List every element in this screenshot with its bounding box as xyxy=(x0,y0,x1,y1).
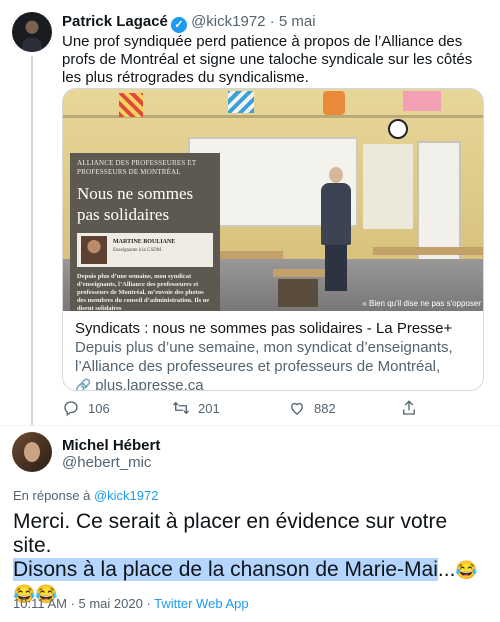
desk xyxy=(213,251,283,259)
desk xyxy=(373,247,483,255)
card-url: 🔗 plus.lapresse.ca xyxy=(75,376,473,391)
overlay-author-name: MARTINE BOULIANE xyxy=(113,239,176,245)
image-caption: « Bien qu'il dise ne pas s'opposer xyxy=(362,299,481,308)
avatar-patrick[interactable] xyxy=(12,12,52,52)
card-url-text: plus.lapresse.ca xyxy=(95,377,204,391)
teacher-head xyxy=(329,167,343,183)
client-app-link[interactable]: Twitter Web App xyxy=(154,596,248,611)
child-drawing xyxy=(403,91,441,111)
share-icon xyxy=(403,400,415,415)
overlay-author-box: MARTINE BOULIANE Enseignante à la CSDM xyxy=(77,233,213,267)
tweet-divider xyxy=(0,425,500,426)
reply-ellipsis: ... xyxy=(437,558,456,581)
highlighted-selection: Disons à la place de la chanson de Marie… xyxy=(13,558,438,581)
like-button[interactable]: 882 xyxy=(288,399,336,417)
card-title: Syndicats : nous ne sommes pas solidaire… xyxy=(75,320,453,337)
replying-prefix: En réponse à xyxy=(13,488,91,503)
author-name[interactable]: Patrick Lagacé xyxy=(62,13,168,30)
tweet-text: Une prof syndiquée perd patience à propo… xyxy=(62,33,473,86)
classroom-door xyxy=(417,141,461,261)
teacher-legs xyxy=(325,245,347,291)
thread-line xyxy=(31,56,33,426)
reply-meta: 10:11 AM · 5 mai 2020 · Twitter Web App xyxy=(13,596,249,611)
cabinet xyxy=(363,144,413,229)
overlay-title: Nous ne sommes pas solidaires xyxy=(77,184,194,224)
reply-author-name[interactable]: Michel Hébert xyxy=(62,437,160,454)
child-drawing xyxy=(228,91,254,113)
separator-dot: · xyxy=(269,13,275,30)
child-drawing xyxy=(323,91,345,115)
reply-author-handle[interactable]: @hebert_mic xyxy=(62,454,151,471)
reply-count: 106 xyxy=(88,400,110,416)
avatar-michel[interactable] xyxy=(12,432,52,472)
like-count: 882 xyxy=(314,400,336,416)
original-tweet[interactable]: Patrick Lagacé ✓ @kick1972 · 5 mai Une pr… xyxy=(0,0,500,426)
retweet-count: 201 xyxy=(198,400,220,416)
article-overlay: ALLIANCE DES PROFESSEURES ET PROFESSEURS… xyxy=(70,153,220,311)
overlay-org: ALLIANCE DES PROFESSEURES ET PROFESSEURS… xyxy=(77,159,197,176)
child-drawing xyxy=(119,93,143,117)
author-handle[interactable]: @kick1972 xyxy=(191,13,265,30)
heart-icon xyxy=(291,402,303,415)
reply-button[interactable]: 106 xyxy=(62,399,110,417)
reply-icon xyxy=(64,401,78,417)
verified-badge-icon: ✓ xyxy=(170,17,187,33)
overlay-author-photo xyxy=(81,236,107,264)
reply-timestamp[interactable]: 10:11 AM · 5 mai 2020 · xyxy=(13,596,154,611)
overlay-author-role: Enseignante à la CSDM xyxy=(113,248,162,253)
tweet-date[interactable]: 5 mai xyxy=(279,13,316,30)
card-image: ALLIANCE DES PROFESSEURES ET PROFESSEURS… xyxy=(63,89,483,311)
overlay-text: Depuis plus d’une semaine, mon syndicat … xyxy=(77,273,210,311)
tweet-header: Patrick Lagacé ✓ @kick1972 · 5 mai xyxy=(62,13,316,33)
retweet-icon xyxy=(173,401,189,415)
share-button[interactable] xyxy=(400,399,418,417)
replying-handle-link[interactable]: @kick1972 xyxy=(94,488,159,503)
teacher-body xyxy=(321,183,351,245)
reply-text: Merci. Ce serait à placer en évidence su… xyxy=(13,510,488,606)
reply-text-line1: Merci. Ce serait à placer en évidence su… xyxy=(13,510,448,557)
chair xyxy=(278,279,318,307)
card-description: Depuis plus d’une semaine, mon syndicat … xyxy=(75,339,453,375)
clock-icon xyxy=(388,119,408,139)
link-card[interactable]: ALLIANCE DES PROFESSEURES ET PROFESSEURS… xyxy=(62,88,484,391)
link-icon: 🔗 xyxy=(75,378,92,391)
desk xyxy=(273,269,333,277)
card-text: Syndicats : nous ne sommes pas solidaire… xyxy=(63,311,483,391)
replying-to: En réponse à @kick1972 xyxy=(13,488,158,503)
retweet-button[interactable]: 201 xyxy=(172,399,220,417)
tweet-actions: 106 201 882 xyxy=(62,399,484,419)
